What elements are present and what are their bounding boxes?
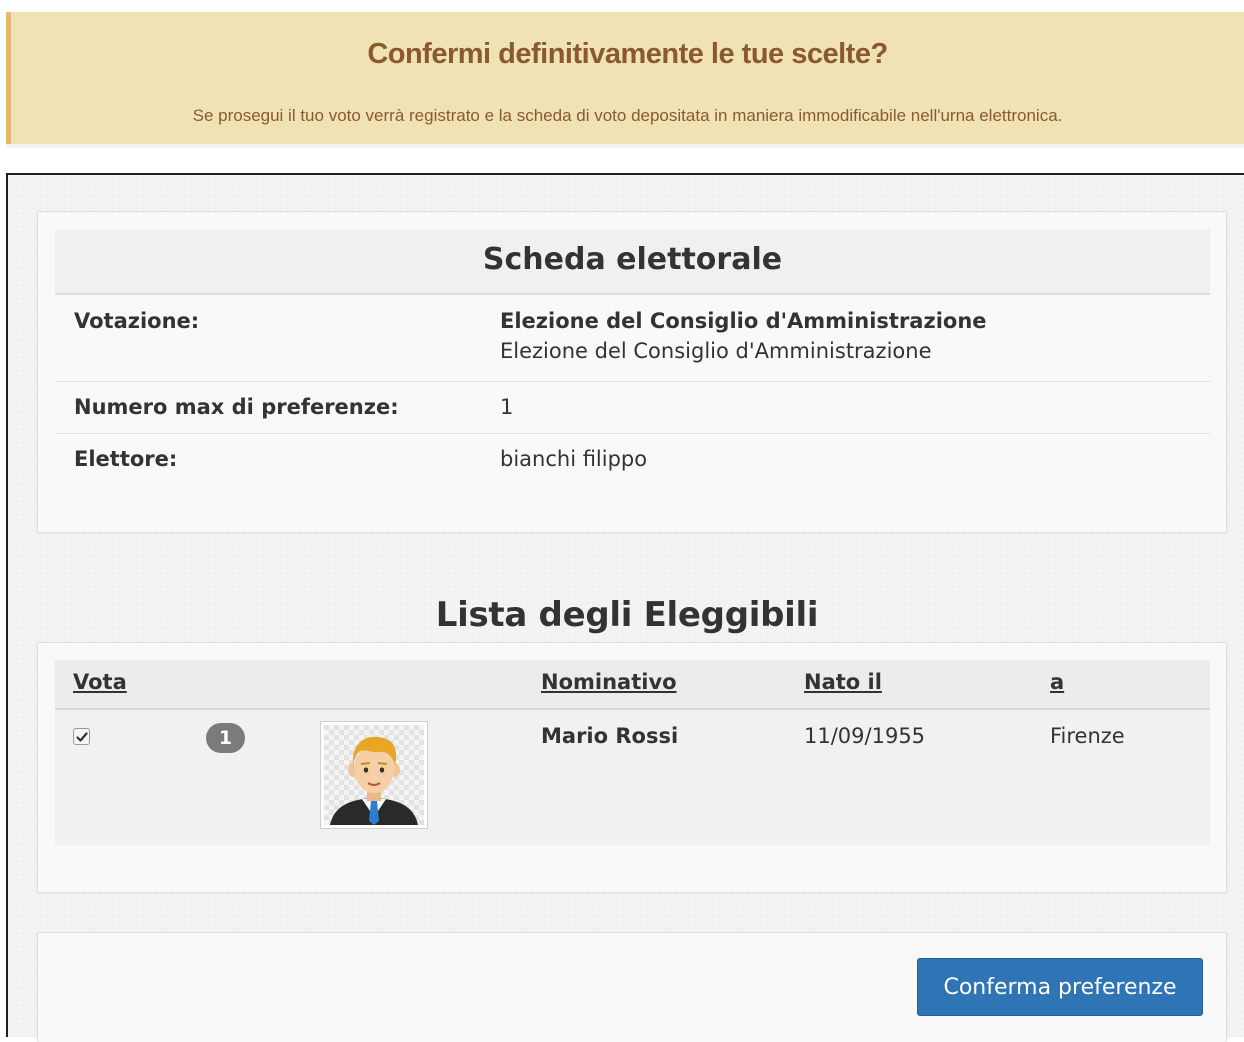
alert-title: Confermi definitivamente le tue scelte?: [367, 38, 888, 70]
ballot-title: Scheda elettorale: [482, 242, 783, 277]
max-preferences-row: Numero max di preferenze: 1: [55, 382, 1210, 434]
column-header-nominativo[interactable]: Nominativo: [541, 670, 677, 694]
checkmark-icon: [76, 732, 88, 742]
table-row: 1 Mario Rossi 11/09/1955 Firenze: [55, 710, 1210, 845]
elettore-label: Elettore:: [74, 447, 178, 471]
max-preferences-value: 1: [500, 395, 514, 419]
confirm-preferences-button[interactable]: Conferma preferenze: [917, 958, 1203, 1016]
candidate-avatar-icon: [324, 725, 424, 825]
elettore-row: Elettore: bianchi filippo: [55, 434, 1210, 486]
candidate-birthdate: 11/09/1955: [804, 724, 926, 748]
candidates-table-header: Vota Nominativo Nato il a: [55, 660, 1210, 710]
candidate-birthplace: Firenze: [1050, 724, 1125, 748]
ballot-frame: Scheda elettorale Votazione: Elezione de…: [6, 173, 1244, 1042]
column-header-luogo[interactable]: a: [1050, 670, 1064, 694]
elettore-value: bianchi filippo: [500, 447, 648, 471]
votazione-title: Elezione del Consiglio d'Amministrazione: [500, 309, 987, 333]
alert-divider: [6, 144, 1244, 148]
column-header-vota[interactable]: Vota: [73, 670, 127, 694]
votazione-row: Votazione: Elezione del Consiglio d'Ammi…: [55, 295, 1210, 382]
votazione-label: Votazione:: [74, 309, 200, 333]
candidates-list-title: Lista degli Eleggibili: [435, 595, 819, 635]
column-header-nato-il[interactable]: Nato il: [804, 670, 882, 694]
ballot-info-panel: Scheda elettorale Votazione: Elezione de…: [37, 211, 1227, 533]
vote-checkbox[interactable]: [73, 728, 90, 745]
ballot-header: Scheda elettorale: [55, 229, 1210, 295]
confirm-alert: Confermi definitivamente le tue scelte? …: [6, 12, 1244, 144]
max-preferences-label: Numero max di preferenze:: [74, 395, 399, 419]
votazione-value: Elezione del Consiglio d'Amministrazione…: [500, 309, 987, 363]
alert-message: Se prosegui il tuo voto verrà registrato…: [192, 106, 1063, 125]
candidate-photo: [320, 721, 428, 829]
candidate-number-badge: 1: [206, 723, 245, 753]
candidates-panel: Vota Nominativo Nato il a 1 Mario Rossi …: [37, 642, 1227, 893]
actions-footer: Conferma preferenze: [37, 932, 1227, 1042]
candidate-name: Mario Rossi: [541, 724, 679, 748]
votazione-description: Elezione del Consiglio d'Amministrazione: [500, 339, 932, 363]
